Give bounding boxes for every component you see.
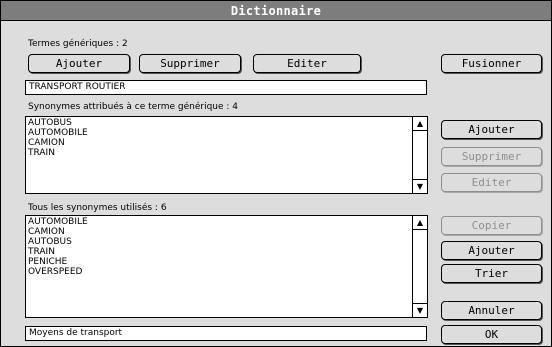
add-generic-term-button[interactable]: Ajouter	[28, 54, 130, 73]
ok-button[interactable]: OK	[441, 325, 542, 344]
list-item[interactable]: TRAIN	[28, 148, 409, 158]
list-item[interactable]: TRAIN	[28, 247, 409, 257]
assigned-synonyms-label: Synonymes attribués à ce terme générique…	[28, 102, 239, 112]
merge-button[interactable]: Fusionner	[441, 54, 542, 73]
scroll-down-arrow-icon[interactable]: ▼	[413, 303, 427, 317]
list-item[interactable]: AUTOMOBILE	[28, 217, 409, 227]
scroll-up-arrow-icon[interactable]: ▲	[413, 216, 427, 230]
delete-synonym-button[interactable]: Supprimer	[441, 147, 542, 166]
all-synonyms-label: Tous les synonymes utilisés : 6	[28, 203, 167, 213]
add-all-synonym-button[interactable]: Ajouter	[441, 241, 542, 260]
dictionary-dialog: Dictionnaire Termes génériques : 2 Ajout…	[0, 0, 552, 347]
window-title[interactable]: Dictionnaire	[1, 1, 551, 21]
list-item[interactable]: CAMION	[28, 227, 409, 237]
assigned-synonyms-scrollbar[interactable]: ▲ ▼	[412, 117, 427, 193]
sort-button[interactable]: Trier	[441, 264, 542, 283]
list-item[interactable]: AUTOBUS	[28, 237, 409, 247]
scroll-down-arrow-icon[interactable]: ▼	[413, 179, 427, 193]
list-item[interactable]: AUTOMOBILE	[28, 128, 409, 138]
generic-terms-label: Termes génériques : 2	[28, 39, 128, 49]
edit-synonym-button[interactable]: Editer	[441, 173, 542, 192]
cancel-button[interactable]: Annuler	[441, 301, 542, 320]
delete-generic-term-button[interactable]: Supprimer	[139, 54, 241, 73]
edit-generic-term-button[interactable]: Editer	[253, 54, 361, 73]
all-synonyms-list[interactable]: AUTOMOBILE CAMION AUTOBUS TRAIN PENICHE …	[25, 215, 428, 318]
scroll-up-arrow-icon[interactable]: ▲	[413, 117, 427, 131]
assigned-synonyms-list[interactable]: AUTOBUS AUTOMOBILE CAMION TRAIN ▲ ▼	[25, 116, 428, 194]
list-item[interactable]: CAMION	[28, 138, 409, 148]
list-item[interactable]: AUTOBUS	[28, 118, 409, 128]
copy-button[interactable]: Copier	[441, 216, 542, 235]
description-field[interactable]: Moyens de transport	[25, 326, 427, 341]
list-item[interactable]: PENICHE	[28, 257, 409, 267]
all-synonyms-scrollbar[interactable]: ▲ ▼	[412, 216, 427, 317]
generic-term-field[interactable]: TRANSPORT ROUTIER	[25, 80, 427, 95]
list-item[interactable]: OVERSPEED	[28, 267, 409, 277]
add-synonym-button[interactable]: Ajouter	[441, 120, 542, 139]
